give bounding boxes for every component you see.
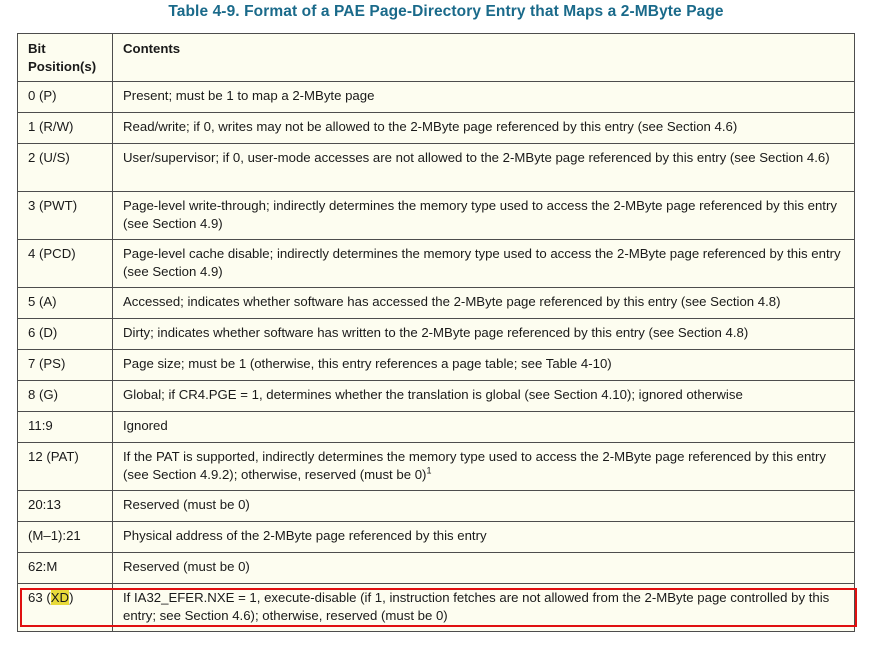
table-header-row: Bit Position(s) Contents <box>17 33 855 82</box>
contents-cell: Ignored <box>112 411 855 443</box>
contents-header: Contents <box>112 33 855 82</box>
bit-position-cell: 0 (P) <box>17 81 113 113</box>
table-row: 8 (G) Global; if CR4.PGE = 1, determines… <box>17 380 855 412</box>
table-row: 20:13 Reserved (must be 0) <box>17 490 855 522</box>
bit-position-cell: 4 (PCD) <box>17 239 113 288</box>
contents-cell: Reserved (must be 0) <box>112 490 855 522</box>
table-title: Table 4-9. Format of a PAE Page-Director… <box>168 3 724 20</box>
table-row: 1 (R/W) Read/write; if 0, writes may not… <box>17 112 855 144</box>
table-row: 12 (PAT) If the PAT is supported, indire… <box>17 442 855 491</box>
contents-cell: Global; if CR4.PGE = 1, determines wheth… <box>112 380 855 412</box>
contents-cell: Physical address of the 2-MByte page ref… <box>112 521 855 553</box>
table-row: 7 (PS) Page size; must be 1 (otherwise, … <box>17 349 855 381</box>
bit-position-cell: 63 (XD) <box>17 583 113 632</box>
bit-position-cell: 3 (PWT) <box>17 191 113 240</box>
table-row: 62:M Reserved (must be 0) <box>17 552 855 584</box>
bit-position-cell: 20:13 <box>17 490 113 522</box>
bit-position-cell: (M–1):21 <box>17 521 113 553</box>
contents-cell: Read/write; if 0, writes may not be allo… <box>112 112 855 144</box>
contents-text: If the PAT is supported, indirectly dete… <box>123 449 826 482</box>
bit-position-cell: 1 (R/W) <box>17 112 113 144</box>
contents-cell: Reserved (must be 0) <box>112 552 855 584</box>
bit-position-header: Bit Position(s) <box>17 33 113 82</box>
contents-cell: User/supervisor; if 0, user-mode accesse… <box>112 143 855 192</box>
contents-cell: If IA32_EFER.NXE = 1, execute-disable (i… <box>112 583 855 632</box>
table-row: 6 (D) Dirty; indicates whether software … <box>17 318 855 350</box>
table-row: 0 (P) Present; must be 1 to map a 2-MByt… <box>17 81 855 113</box>
contents-cell: Page size; must be 1 (otherwise, this en… <box>112 349 855 381</box>
bit-header-line2: Position(s) <box>28 58 97 74</box>
footnote-marker: 1 <box>426 465 432 476</box>
bit-position-cell: 12 (PAT) <box>17 442 113 491</box>
page-directory-entry-table: Bit Position(s) Contents 0 (P) Present; m… <box>17 33 855 632</box>
table-row-highlighted: 63 (XD) If IA32_EFER.NXE = 1, execute-di… <box>17 583 855 632</box>
table-row: 11:9 Ignored <box>17 411 855 443</box>
bit-position-cell: 62:M <box>17 552 113 584</box>
bit-position-cell: 5 (A) <box>17 287 113 319</box>
contents-cell: If the PAT is supported, indirectly dete… <box>112 442 855 491</box>
table-row: 5 (A) Accessed; indicates whether softwa… <box>17 287 855 319</box>
table-row: 4 (PCD) Page-level cache disable; indire… <box>17 239 855 288</box>
bit-position-cell: 7 (PS) <box>17 349 113 381</box>
bit-header-line1: Bit <box>28 41 46 56</box>
table-row: (M–1):21 Physical address of the 2-MByte… <box>17 521 855 553</box>
contents-cell: Dirty; indicates whether software has wr… <box>112 318 855 350</box>
contents-cell: Present; must be 1 to map a 2-MByte page <box>112 81 855 113</box>
bit-suffix: ) <box>69 590 74 605</box>
bit-position-cell: 8 (G) <box>17 380 113 412</box>
table-row: 2 (U/S) User/supervisor; if 0, user-mode… <box>17 143 855 192</box>
bit-position-cell: 2 (U/S) <box>17 143 113 192</box>
contents-cell: Accessed; indicates whether software has… <box>112 287 855 319</box>
bit-prefix: 63 ( <box>28 590 51 605</box>
table-row: 3 (PWT) Page-level write-through; indire… <box>17 191 855 240</box>
contents-cell: Page-level write-through; indirectly det… <box>112 191 855 240</box>
highlighted-text: XD <box>50 590 70 605</box>
bit-position-cell: 11:9 <box>17 411 113 443</box>
bit-position-cell: 6 (D) <box>17 318 113 350</box>
contents-cell: Page-level cache disable; indirectly det… <box>112 239 855 288</box>
